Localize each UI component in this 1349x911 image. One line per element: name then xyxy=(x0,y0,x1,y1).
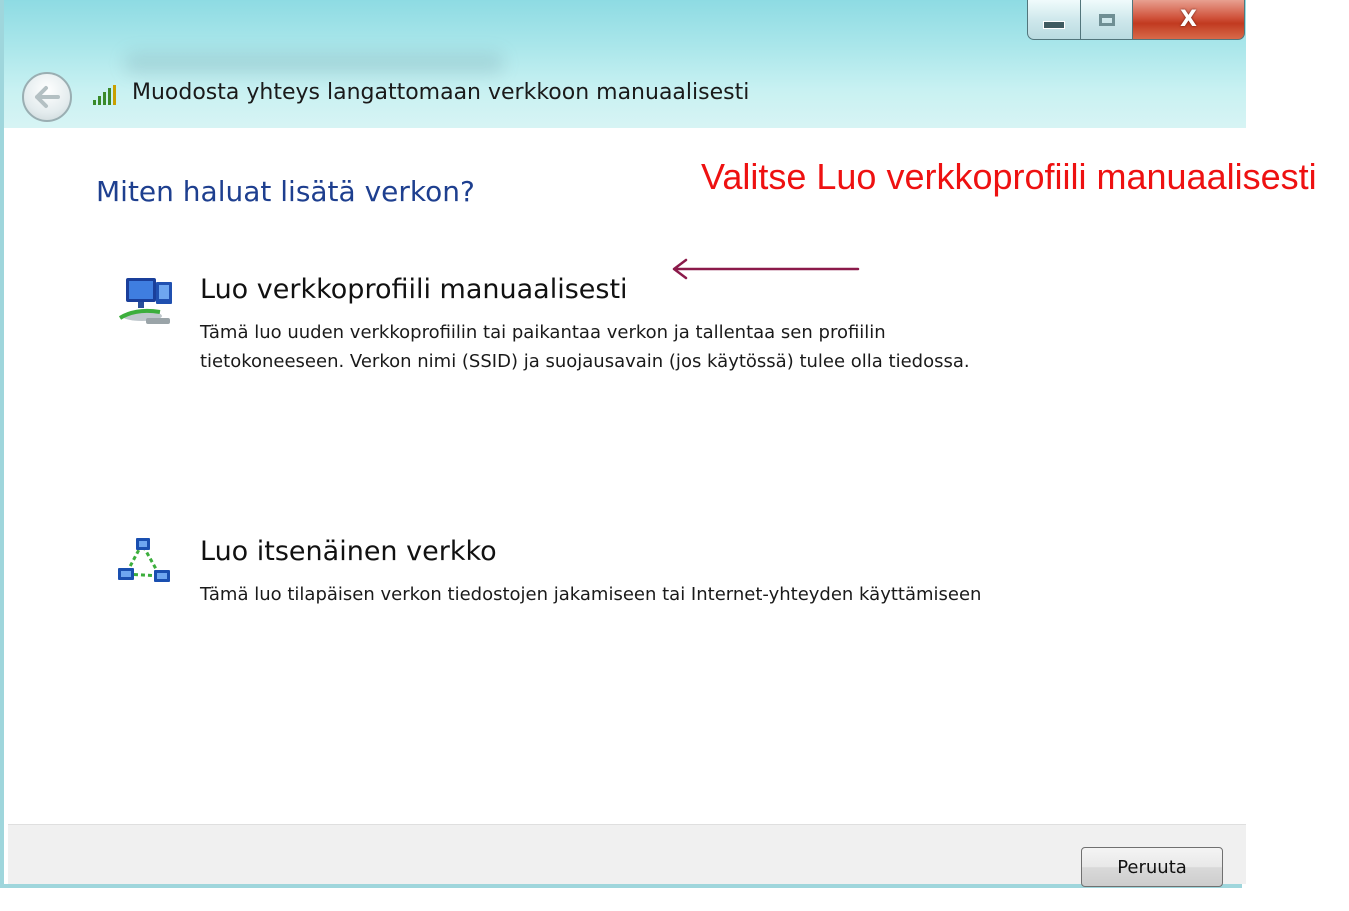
close-icon: X xyxy=(1180,7,1197,32)
cancel-button[interactable]: Peruuta xyxy=(1081,847,1223,887)
back-arrow-icon xyxy=(35,86,60,108)
network-computers-icon xyxy=(118,278,172,324)
option-adhoc-network-description: Tämä luo tilapäisen verkon tiedostojen j… xyxy=(200,584,982,605)
maximize-icon xyxy=(1098,13,1115,26)
dialog-footer: Peruuta xyxy=(8,824,1246,887)
wireless-signal-icon xyxy=(93,85,116,105)
annotation-arrow-icon xyxy=(672,258,860,280)
back-button[interactable] xyxy=(22,72,72,122)
window-controls: X xyxy=(1027,0,1245,42)
dialog-window: X Muodosta yhteys langattomaan verkkoon … xyxy=(0,0,1246,888)
option-adhoc-network[interactable]: Luo itsenäinen verkko Tämä luo tilapäise… xyxy=(116,536,996,646)
annotation-instruction: Valitse Luo verkkoprofiili manuaalisesti xyxy=(701,156,1317,197)
minimize-icon xyxy=(1043,20,1065,29)
option-adhoc-network-title: Luo itsenäinen verkko xyxy=(200,536,497,567)
maximize-button[interactable] xyxy=(1081,0,1133,40)
window-title: Muodosta yhteys langattomaan verkkoon ma… xyxy=(132,80,750,105)
minimize-button[interactable] xyxy=(1027,0,1081,40)
option-manual-profile-description: Tämä luo uuden verkkoprofiilin tai paika… xyxy=(200,322,970,372)
close-button[interactable]: X xyxy=(1133,0,1245,40)
dialog-content: Miten haluat lisätä verkon? Luo verkkopr… xyxy=(8,128,1246,824)
adhoc-network-icon xyxy=(118,538,170,582)
title-bar[interactable]: X Muodosta yhteys langattomaan verkkoon … xyxy=(4,0,1246,128)
option-manual-profile-title: Luo verkkoprofiili manuaalisesti xyxy=(200,274,628,305)
page-question: Miten haluat lisätä verkon? xyxy=(96,175,475,208)
title-bar-glow xyxy=(124,52,504,74)
option-manual-profile[interactable]: Luo verkkoprofiili manuaalisesti Tämä lu… xyxy=(116,274,996,414)
